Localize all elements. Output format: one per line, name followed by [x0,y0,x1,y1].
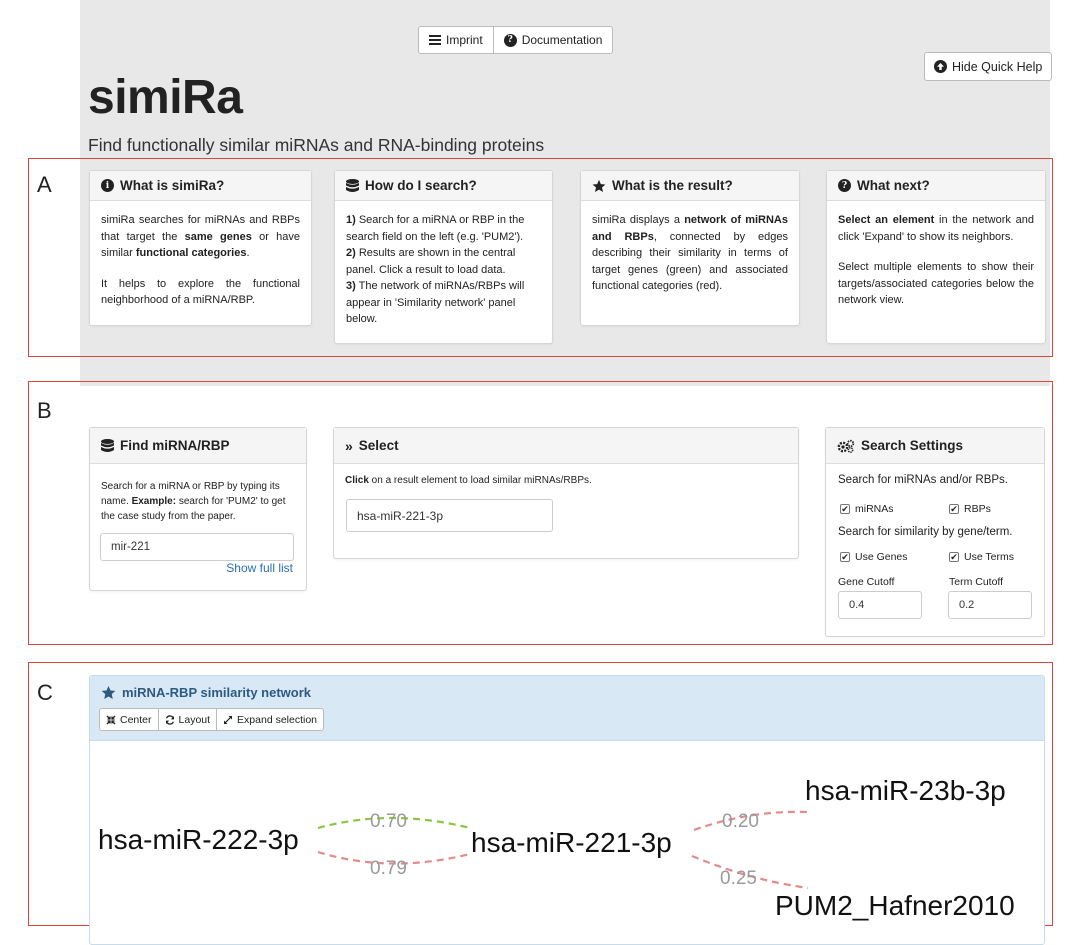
edge-label-0-70: 0.70 [370,811,407,832]
node-hsa-mir-23b-3p[interactable]: hsa-miR-23b-3p [805,775,1006,807]
node-hsa-mir-222-3p[interactable]: hsa-miR-222-3p [98,824,299,856]
edge-label-0-25: 0.25 [720,868,757,889]
node-hsa-mir-221-3p[interactable]: hsa-miR-221-3p [471,827,672,859]
edge-label-0-79: 0.79 [370,858,407,879]
edge-label-0-20: 0.20 [722,811,759,832]
node-pum2-hafner2010[interactable]: PUM2_Hafner2010 [775,890,1015,922]
